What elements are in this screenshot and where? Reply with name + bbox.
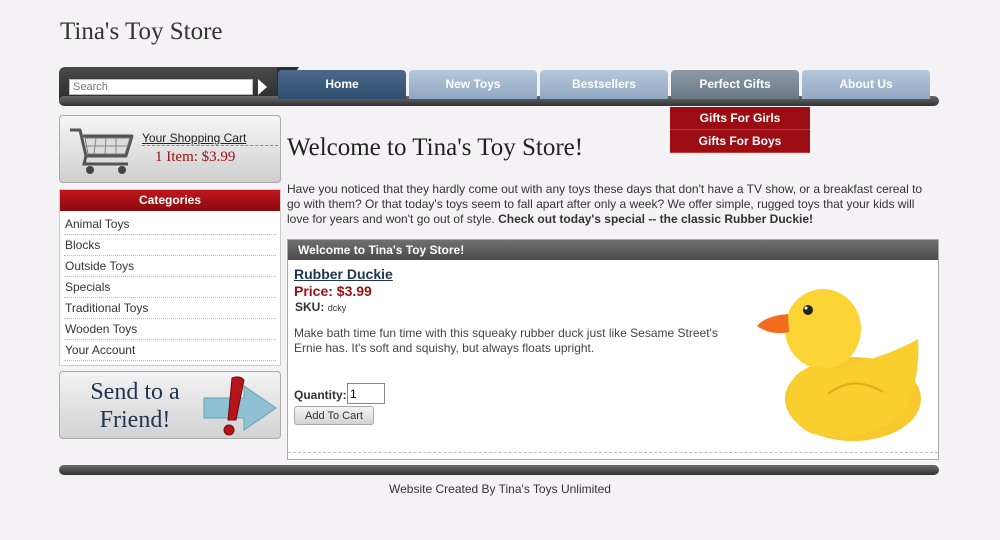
tab-bestsellers[interactable]: Bestsellers xyxy=(540,70,668,99)
dropdown-item-gifts-for-girls[interactable]: Gifts For Girls xyxy=(670,107,810,130)
tab-new-toys[interactable]: New Toys xyxy=(409,70,537,99)
categories-heading: Categories xyxy=(60,190,280,211)
send-to-friend-button[interactable]: Send to a Friend! xyxy=(59,371,281,439)
rubber-duck-image xyxy=(757,289,921,441)
page-title: Welcome to Tina's Toy Store! xyxy=(287,134,584,161)
product-description: Make bath time fun time with this squeak… xyxy=(294,326,718,355)
dropdown-item-gifts-for-boys[interactable]: Gifts For Boys xyxy=(670,130,810,153)
footer-credit: Website Created By Tina's Toys Unlimited xyxy=(389,482,611,496)
shopping-cart-box[interactable]: Your Shopping Cart 1 Item: $3.99 xyxy=(59,115,281,183)
category-your-account[interactable]: Your Account xyxy=(64,340,276,361)
footer-bar xyxy=(59,465,939,475)
product-sku: SKU: dcky xyxy=(295,300,346,314)
exclamation-arrow-icon xyxy=(203,376,277,436)
categories-list: Animal Toys Blocks Outside Toys Specials… xyxy=(60,211,280,361)
main-navigation: Home New Toys Bestsellers Perfect Gifts … xyxy=(59,67,939,107)
tab-home[interactable]: Home xyxy=(278,70,406,99)
product-price: Price: $3.99 xyxy=(294,283,372,299)
product-panel: Welcome to Tina's Toy Store! Rubber Duck… xyxy=(287,239,939,460)
cart-summary: 1 Item: $3.99 xyxy=(155,149,236,165)
sku-label: SKU: xyxy=(295,300,325,314)
search-input[interactable] xyxy=(69,79,253,95)
category-traditional-toys[interactable]: Traditional Toys xyxy=(64,298,276,319)
send-to-friend-text: Send to a Friend! xyxy=(70,378,200,434)
category-wooden-toys[interactable]: Wooden Toys xyxy=(64,319,276,340)
categories-panel: Categories Animal Toys Blocks Outside To… xyxy=(59,189,281,366)
intro-paragraph: Have you noticed that they hardly come o… xyxy=(287,182,937,227)
cart-divider xyxy=(142,145,278,146)
panel-divider xyxy=(288,452,938,453)
search-go-arrow-icon[interactable] xyxy=(258,79,267,95)
perfect-gifts-dropdown: Gifts For Girls Gifts For Boys xyxy=(670,107,810,153)
add-to-cart-button[interactable]: Add To Cart xyxy=(294,406,374,425)
sku-value: dcky xyxy=(327,303,347,313)
quantity-label: Quantity: xyxy=(294,388,347,402)
site-title: Tina's Toy Store xyxy=(60,18,223,45)
shopping-cart-link[interactable]: Your Shopping Cart xyxy=(142,131,246,145)
send-to-friend-line2: Friend! xyxy=(99,407,171,433)
category-animal-toys[interactable]: Animal Toys xyxy=(64,214,276,235)
quantity-input[interactable] xyxy=(347,383,385,404)
category-outside-toys[interactable]: Outside Toys xyxy=(64,256,276,277)
category-blocks[interactable]: Blocks xyxy=(64,235,276,256)
product-panel-heading: Welcome to Tina's Toy Store! xyxy=(288,240,938,260)
tab-about-us[interactable]: About Us xyxy=(802,70,930,99)
tab-perfect-gifts[interactable]: Perfect Gifts xyxy=(671,70,799,99)
send-to-friend-line1: Send to a xyxy=(90,379,180,405)
intro-special: Check out today's special -- the classic… xyxy=(498,212,814,226)
product-name-link[interactable]: Rubber Duckie xyxy=(294,266,393,282)
category-specials[interactable]: Specials xyxy=(64,277,276,298)
shopping-cart-icon xyxy=(70,128,134,174)
